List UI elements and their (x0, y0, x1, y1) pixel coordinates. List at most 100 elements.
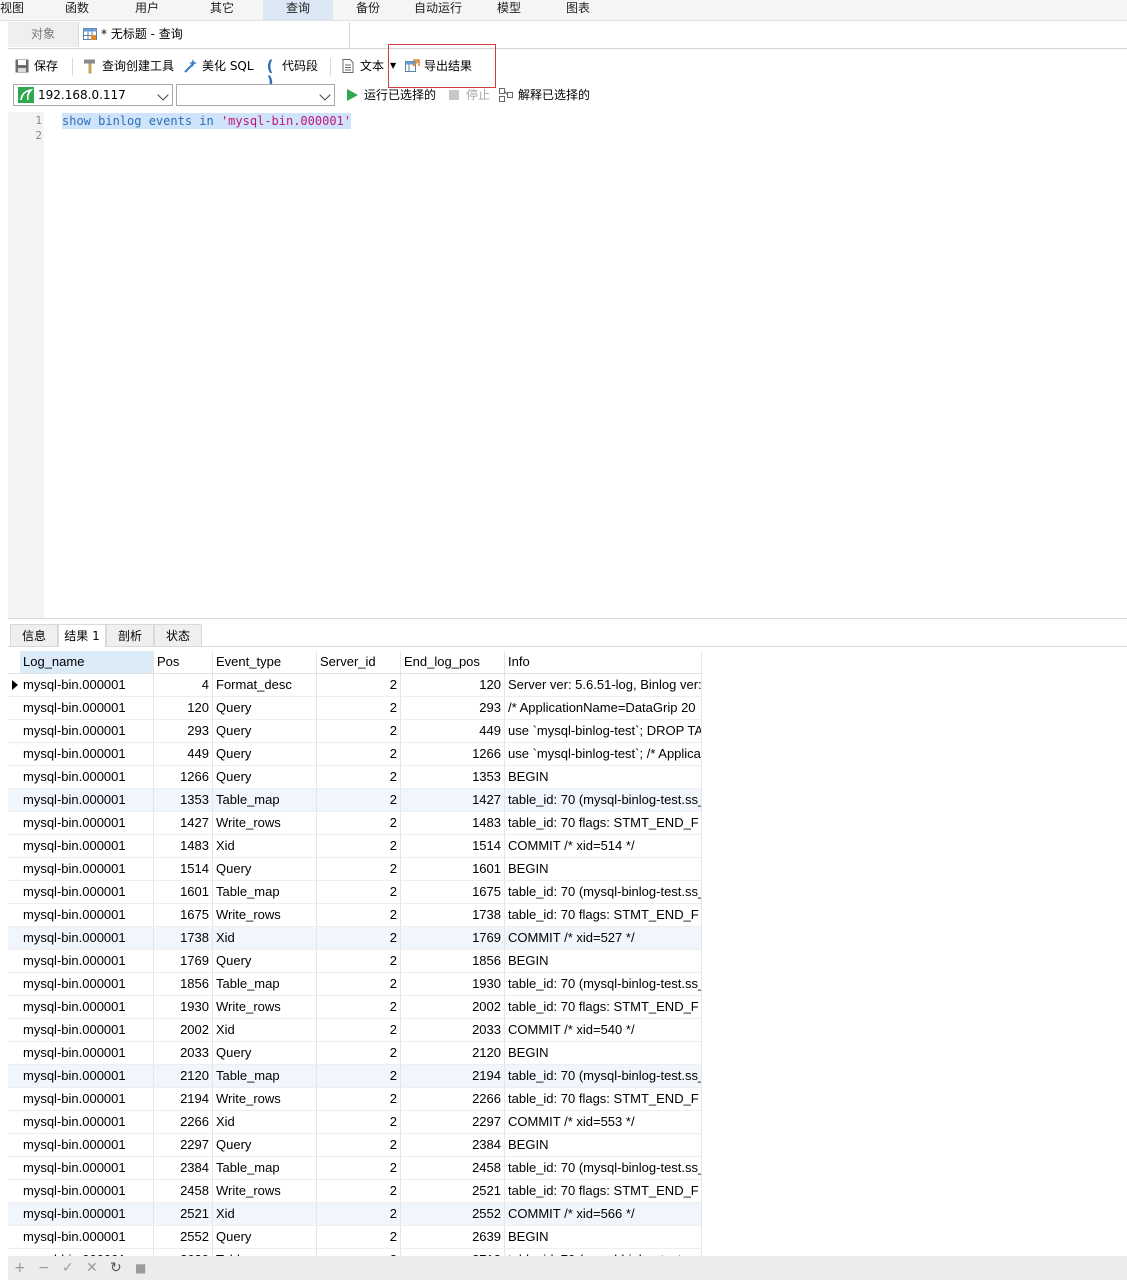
cell-pos[interactable]: 2266 (154, 1111, 213, 1133)
cell-server-id[interactable]: 2 (317, 1180, 401, 1202)
table-row[interactable]: mysql-bin.000001 2552 Query 2 2639 BEGIN (8, 1226, 702, 1249)
query-builder-button[interactable]: 查询创建工具 (82, 56, 174, 76)
sql-editor[interactable]: 1 2 show binlog events in 'mysql-bin.000… (8, 112, 1127, 619)
cell-event-type[interactable]: Query (213, 697, 317, 719)
cell-log-name[interactable]: mysql-bin.000001 (20, 1157, 154, 1179)
cell-end-log-pos[interactable]: 2521 (401, 1180, 505, 1202)
cell-pos[interactable]: 449 (154, 743, 213, 765)
cell-info[interactable]: BEGIN (505, 1042, 702, 1064)
cell-event-type[interactable]: Query (213, 1042, 317, 1064)
table-row[interactable]: mysql-bin.000001 1601 Table_map 2 1675 table_… (8, 881, 702, 904)
cell-end-log-pos[interactable]: 2639 (401, 1226, 505, 1248)
table-row[interactable]: mysql-bin.000001 1514 Query 2 1601 BEGIN (8, 858, 702, 881)
remove-icon[interactable]: − (38, 1260, 50, 1276)
cell-info[interactable]: /* ApplicationName=DataGrip 20 (505, 697, 702, 719)
menu-item-charts[interactable]: 图表 (553, 0, 603, 20)
cell-server-id[interactable]: 2 (317, 1065, 401, 1087)
cell-info[interactable]: BEGIN (505, 950, 702, 972)
table-row[interactable]: mysql-bin.000001 2266 Xid 2 2297 COMMIT /* xi… (8, 1111, 702, 1134)
table-row[interactable]: mysql-bin.000001 2033 Query 2 2120 BEGIN (8, 1042, 702, 1065)
add-icon[interactable]: + (14, 1260, 26, 1276)
cell-server-id[interactable]: 2 (317, 1042, 401, 1064)
cell-server-id[interactable]: 2 (317, 674, 401, 696)
cell-event-type[interactable]: Write_rows (213, 904, 317, 926)
cell-info[interactable]: table_id: 70 flags: STMT_END_F (505, 904, 702, 926)
stop-button[interactable]: 停止 (446, 85, 490, 105)
menu-item-functions[interactable]: 函数 (52, 0, 102, 20)
cell-info[interactable]: table_id: 70 (mysql-binlog-test.ss_ (505, 1065, 702, 1087)
cell-server-id[interactable]: 2 (317, 1088, 401, 1110)
cell-info[interactable]: BEGIN (505, 766, 702, 788)
sql-code-line[interactable]: show binlog events in 'mysql-bin.000001' (62, 113, 351, 129)
cell-event-type[interactable]: Query (213, 743, 317, 765)
column-header-log-name[interactable]: Log_name (20, 651, 154, 673)
cell-server-id[interactable]: 2 (317, 927, 401, 949)
cell-log-name[interactable]: mysql-bin.000001 (20, 812, 154, 834)
table-row[interactable]: mysql-bin.000001 1930 Write_rows 2 2002 table… (8, 996, 702, 1019)
tab-result-1[interactable]: 结果 1 (58, 624, 106, 647)
cell-info[interactable]: Server ver: 5.6.51-log, Binlog ver: (505, 674, 702, 696)
table-row[interactable]: mysql-bin.000001 2194 Write_rows 2 2266 table… (8, 1088, 702, 1111)
table-row[interactable]: mysql-bin.000001 2297 Query 2 2384 BEGIN (8, 1134, 702, 1157)
cell-pos[interactable]: 1738 (154, 927, 213, 949)
cell-log-name[interactable]: mysql-bin.000001 (20, 950, 154, 972)
table-row[interactable]: mysql-bin.000001 1353 Table_map 2 1427 table_… (8, 789, 702, 812)
cell-pos[interactable]: 293 (154, 720, 213, 742)
cell-end-log-pos[interactable]: 1738 (401, 904, 505, 926)
cell-end-log-pos[interactable]: 2120 (401, 1042, 505, 1064)
cell-pos[interactable]: 2458 (154, 1180, 213, 1202)
table-row[interactable]: mysql-bin.000001 1483 Xid 2 1514 COMMIT /* xi… (8, 835, 702, 858)
cell-pos[interactable]: 1483 (154, 835, 213, 857)
cell-info[interactable]: COMMIT /* xid=540 */ (505, 1019, 702, 1041)
cell-event-type[interactable]: Write_rows (213, 812, 317, 834)
menu-item-model[interactable]: 模型 (484, 0, 534, 20)
table-row[interactable]: mysql-bin.000001 2002 Xid 2 2033 COMMIT /* xi… (8, 1019, 702, 1042)
table-row[interactable]: mysql-bin.000001 293 Query 2 449 use `mysql-b… (8, 720, 702, 743)
cell-info[interactable]: COMMIT /* xid=566 */ (505, 1203, 702, 1225)
run-selected-button[interactable]: 运行已选择的 (344, 85, 436, 105)
cell-pos[interactable]: 4 (154, 674, 213, 696)
cell-log-name[interactable]: mysql-bin.000001 (20, 1203, 154, 1225)
cell-end-log-pos[interactable]: 1266 (401, 743, 505, 765)
cell-end-log-pos[interactable]: 120 (401, 674, 505, 696)
cell-server-id[interactable]: 2 (317, 835, 401, 857)
cell-log-name[interactable]: mysql-bin.000001 (20, 1088, 154, 1110)
cell-pos[interactable]: 1266 (154, 766, 213, 788)
cell-log-name[interactable]: mysql-bin.000001 (20, 1134, 154, 1156)
cell-end-log-pos[interactable]: 2033 (401, 1019, 505, 1041)
column-header-info[interactable]: Info (505, 651, 702, 673)
cell-log-name[interactable]: mysql-bin.000001 (20, 789, 154, 811)
cell-server-id[interactable]: 2 (317, 789, 401, 811)
tab-status[interactable]: 状态 (154, 624, 202, 646)
cell-log-name[interactable]: mysql-bin.000001 (20, 1042, 154, 1064)
cell-info[interactable]: COMMIT /* xid=553 */ (505, 1111, 702, 1133)
refresh-icon[interactable]: ↻ (110, 1260, 122, 1276)
cell-pos[interactable]: 2297 (154, 1134, 213, 1156)
cell-log-name[interactable]: mysql-bin.000001 (20, 973, 154, 995)
cell-pos[interactable]: 2033 (154, 1042, 213, 1064)
cell-log-name[interactable]: mysql-bin.000001 (20, 927, 154, 949)
tab-objects[interactable]: 对象 (8, 22, 79, 47)
cell-end-log-pos[interactable]: 2552 (401, 1203, 505, 1225)
cell-pos[interactable]: 1601 (154, 881, 213, 903)
table-row[interactable]: mysql-bin.000001 120 Query 2 293/* Applicati… (8, 697, 702, 720)
tab-info[interactable]: 信息 (10, 624, 58, 646)
cell-log-name[interactable]: mysql-bin.000001 (20, 720, 154, 742)
cell-info[interactable]: BEGIN (505, 1134, 702, 1156)
apply-icon[interactable]: ✓ (62, 1260, 74, 1276)
table-row[interactable]: mysql-bin.000001 1738 Xid 2 1769 COMMIT /* xi… (8, 927, 702, 950)
table-row[interactable]: mysql-bin.000001 1675 Write_rows 2 1738 table… (8, 904, 702, 927)
table-row[interactable]: mysql-bin.000001 1427 Write_rows 2 1483 table… (8, 812, 702, 835)
cell-event-type[interactable]: Query (213, 766, 317, 788)
cell-event-type[interactable]: Write_rows (213, 996, 317, 1018)
cell-end-log-pos[interactable]: 2384 (401, 1134, 505, 1156)
cell-pos[interactable]: 1353 (154, 789, 213, 811)
table-row[interactable]: mysql-bin.000001 2521 Xid 2 2552 COMMIT /* xi… (8, 1203, 702, 1226)
cell-event-type[interactable]: Xid (213, 927, 317, 949)
cell-log-name[interactable]: mysql-bin.000001 (20, 674, 154, 696)
column-header-pos[interactable]: Pos (154, 651, 213, 673)
cell-event-type[interactable]: Format_desc (213, 674, 317, 696)
table-row[interactable]: mysql-bin.000001 2458 Write_rows 2 2521 table… (8, 1180, 702, 1203)
menu-item-backup[interactable]: 备份 (343, 0, 393, 20)
cell-end-log-pos[interactable]: 1856 (401, 950, 505, 972)
